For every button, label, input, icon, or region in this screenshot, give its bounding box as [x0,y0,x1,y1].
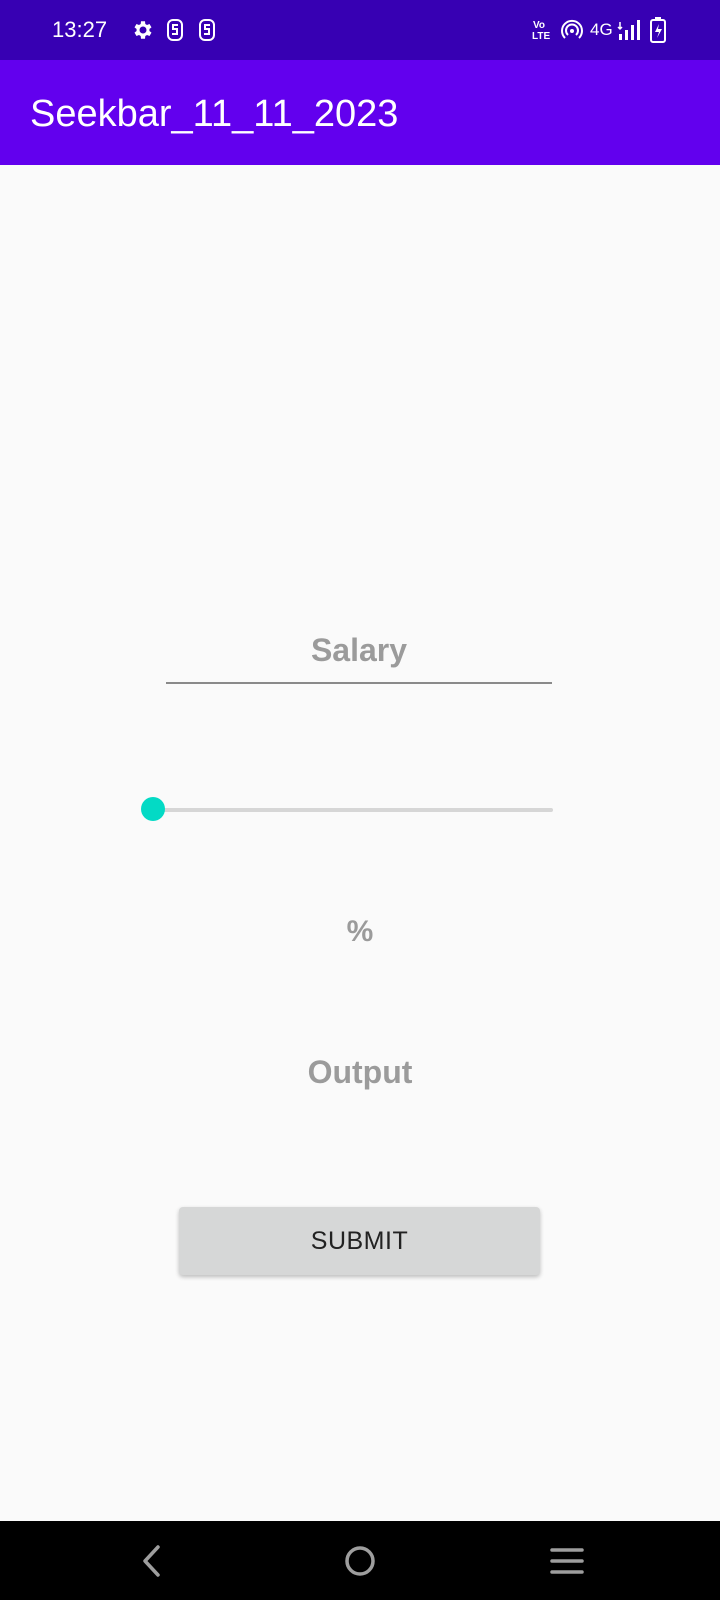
home-icon[interactable] [338,1539,382,1583]
percent-seekbar[interactable] [141,797,563,823]
battery-charging-icon [650,17,666,43]
network-type-label: 4G [590,20,613,39]
app-bar: Seekbar_11_11_2023 [0,60,720,165]
navigation-bar [0,1521,720,1600]
status-bar: 13:27 Vo LTE 4G [0,0,720,60]
volte-icon: Vo LTE [532,20,550,42]
output-label: Output [307,1054,413,1090]
status-time: 13:27 [52,17,108,42]
salary-input[interactable] [166,624,552,676]
app-title: Seekbar_11_11_2023 [30,93,399,135]
gear-icon [134,21,152,39]
signal-icon [617,20,640,40]
hotspot-icon [561,19,583,39]
back-icon[interactable] [131,1539,175,1583]
seekbar-thumb[interactable] [141,797,165,821]
svg-text:LTE: LTE [532,31,550,42]
submit-button[interactable]: SUBMIT [179,1207,540,1275]
recents-icon[interactable] [545,1539,589,1583]
svg-text:Vo: Vo [533,20,545,31]
seekbar-track[interactable] [153,808,553,812]
sim-icon [199,19,215,41]
sim-icon [167,19,183,41]
percent-label: % [346,915,374,948]
salary-field[interactable] [166,624,552,684]
